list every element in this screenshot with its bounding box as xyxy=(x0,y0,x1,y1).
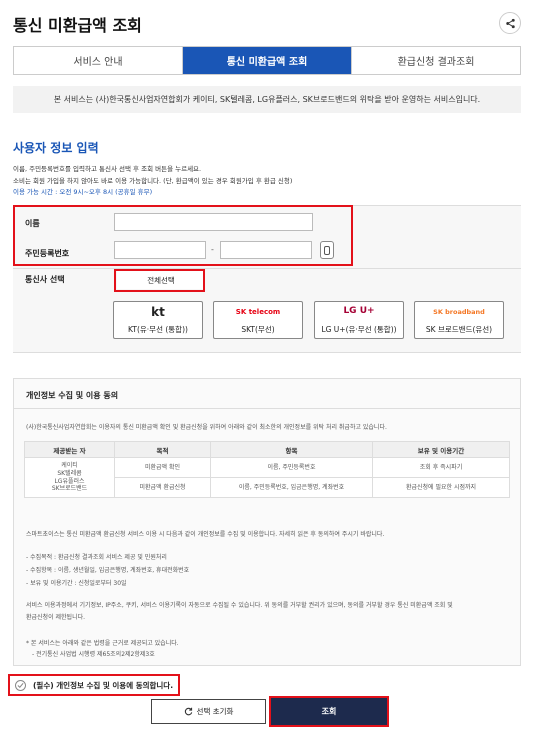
consent-table-header: 제공받는 자 목적 항목 보유 및 이용기간 xyxy=(24,441,510,458)
rrn-label: 주민등록번호 xyxy=(25,249,70,258)
user-info-desc-1: 이름, 주민등록번호를 입력하고 통신사 선택 후 조회 버튼을 누르세요. xyxy=(13,165,202,173)
consent-law-1: * 본 서비스는 아래와 같은 법령을 근거로 제공되고 있습니다. xyxy=(26,640,179,647)
keypad-icon xyxy=(324,245,330,255)
privacy-consent-box: 개인정보 수집 및 이용 동의 (사)한국통신사업자연합회는 이용자의 통신 미… xyxy=(13,378,521,666)
page-header: 통신 미환급액 조회 xyxy=(0,0,534,46)
consent-list-purpose: - 수집목적 : 환급신청 결과조회 서비스 제공 및 민원처리 xyxy=(26,554,167,561)
lgu-logo: LG U+ xyxy=(343,306,375,316)
skt-logo: SK telecom xyxy=(235,308,281,316)
consent-para-2b: 환급신청이 제한됩니다. xyxy=(26,614,86,621)
items-cell: 이름, 주민등록번호, 입금은행명, 계좌번호 xyxy=(210,477,373,498)
privacy-agree-checkbox[interactable]: (필수) 개인정보 수집 및 이용에 동의합니다. xyxy=(8,674,180,696)
rrn-row: 주민등록번호 - xyxy=(13,238,521,269)
consent-law-2: - 전기통신 사업법 시행령 제65조의2제2항제3호 xyxy=(32,651,155,658)
user-info-title: 사용자 정보 입력 xyxy=(13,141,99,155)
name-row: 이름 xyxy=(13,208,521,239)
service-hours: 이용 가능 시간 : 오전 9시~오후 8시 (공휴일 휴무) xyxy=(13,188,153,196)
carrier-skt[interactable]: SK telecom SKT(무선) xyxy=(213,301,303,339)
tab-bar: 서비스 안내 통신 미환급액 조회 환급신청 결과조회 xyxy=(13,46,521,75)
carrier-kt[interactable]: kt KT(유·무선 (통합)) xyxy=(113,301,203,339)
items-cell: 이름, 주민등록번호 xyxy=(210,457,373,478)
col-provider: 제공받는 자 xyxy=(24,441,115,458)
agree-label: (필수) 개인정보 수집 및 이용에 동의합니다. xyxy=(33,680,174,690)
page-title: 통신 미환급액 조회 xyxy=(13,16,142,35)
consent-title: 개인정보 수집 및 이용 동의 xyxy=(26,391,119,400)
purpose-cell: 미환급액 환급신청 xyxy=(114,477,211,498)
col-purpose: 목적 xyxy=(114,441,211,458)
carrier-skb[interactable]: SK broadband SK 브로드밴드(유선) xyxy=(414,301,504,339)
rrn-front-input[interactable] xyxy=(114,241,206,259)
secure-keypad-button[interactable] xyxy=(320,241,334,259)
carrier-lgu-name: LG U+(유·무선 (통합)) xyxy=(321,325,397,334)
consent-para-1: 스마트초이스는 통신 미환급액 환급신청 서비스 이용 시 다음과 같이 개인정… xyxy=(26,531,385,538)
tab-service-guide[interactable]: 서비스 안내 xyxy=(14,47,182,74)
user-info-desc-2: 소비는 회원 가입을 하지 않아도 바로 이용 가능합니다. (단, 환급액이 … xyxy=(13,177,293,185)
carrier-label: 통신사 선택 xyxy=(25,275,65,284)
provider-cell: 케이티 SK텔레콤 LG유플러스 SK브로드밴드 xyxy=(24,457,115,498)
reset-selection-button[interactable]: 선택 초기화 xyxy=(151,699,266,724)
share-button[interactable] xyxy=(499,12,521,34)
name-label: 이름 xyxy=(25,219,40,228)
kt-logo: kt xyxy=(151,305,165,319)
tab-refund-inquiry[interactable]: 통신 미환급액 조회 xyxy=(182,47,351,74)
table-row: 케이티 SK텔레콤 LG유플러스 SK브로드밴드 미환급액 확인 이름, 주민등… xyxy=(24,457,510,498)
col-items: 항목 xyxy=(210,441,373,458)
reset-label: 선택 초기화 xyxy=(196,707,234,716)
name-input[interactable] xyxy=(114,213,313,231)
check-circle-icon xyxy=(15,679,26,691)
consent-list-period: - 보유 및 이용기간 : 신청일로부터 30일 xyxy=(26,580,127,587)
carrier-skb-name: SK 브로드밴드(유선) xyxy=(425,325,493,334)
carrier-kt-name: KT(유·무선 (통합)) xyxy=(128,325,188,334)
carrier-lgu[interactable]: LG U+ LG U+(유·무선 (통합)) xyxy=(314,301,404,339)
consent-table: 제공받는 자 목적 항목 보유 및 이용기간 케이티 SK텔레콤 LG유플러스 … xyxy=(24,441,510,498)
col-period: 보유 및 이용기간 xyxy=(372,441,510,458)
select-all-button[interactable]: 전체선택 xyxy=(117,271,205,289)
rrn-separator: - xyxy=(211,245,214,254)
service-notice: 본 서비스는 (사)한국통신사업자연합회가 케이티, SK텔레콤, LG유플러스… xyxy=(13,86,521,113)
tab-refund-result[interactable]: 환급신청 결과조회 xyxy=(351,47,520,74)
rrn-back-input[interactable] xyxy=(220,241,312,259)
refresh-icon xyxy=(184,707,192,716)
period-cell: 조회 후 즉시파기 xyxy=(372,457,510,478)
inquiry-submit-button[interactable]: 조회 xyxy=(269,696,389,727)
consent-para-2: 서비스 이용과정에서 기기정보, IP주소, 쿠키, 서비스 이용기록이 자동으… xyxy=(26,602,453,609)
consent-intro: (사)한국통신사업자연합회는 이용자의 통신 미환급액 확인 및 환급신청을 위… xyxy=(26,424,387,431)
consent-list-items: - 수집항목 : 이름, 생년월일, 입금은행명, 계좌번호, 휴대전화번호 xyxy=(26,567,190,574)
carrier-selection: 통신사 선택 전체선택 kt KT(유·무선 (통합)) SK telecom … xyxy=(13,269,521,353)
consent-divider xyxy=(14,408,520,409)
user-info-form: 이름 주민등록번호 - xyxy=(13,205,521,269)
skb-logo: SK broadband xyxy=(433,308,485,316)
purpose-cell: 미환급액 확인 xyxy=(114,457,211,478)
carrier-skt-name: SKT(무선) xyxy=(241,325,275,334)
period-cell: 환급신청에 필요한 시점까지 xyxy=(372,477,510,498)
share-icon xyxy=(505,18,515,28)
